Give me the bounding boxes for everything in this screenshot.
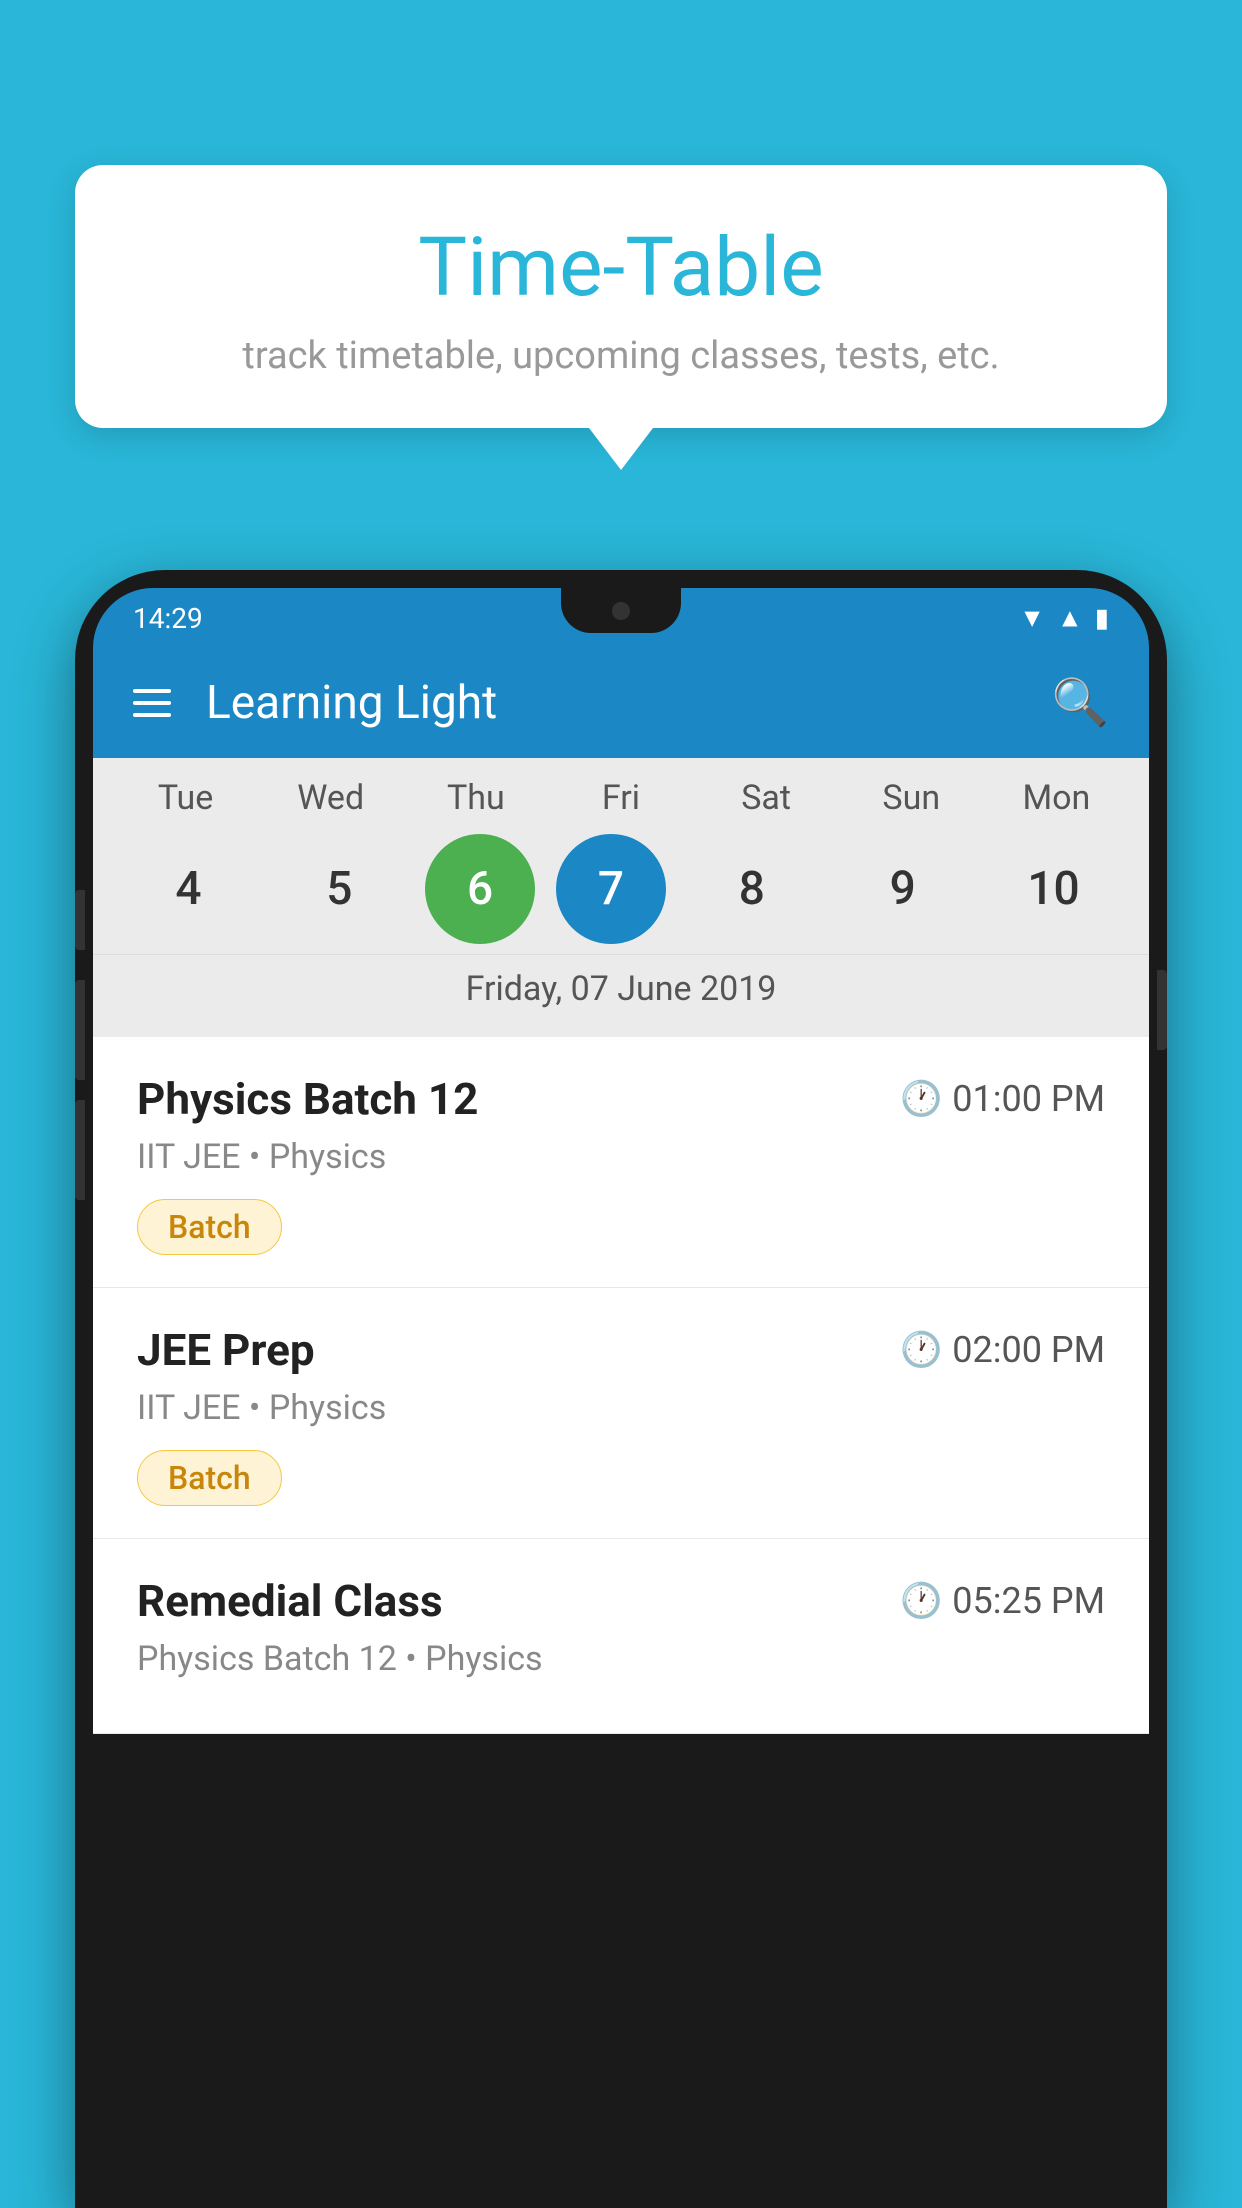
class-item-header: Remedial Class 🕐 05:25 PM [137, 1575, 1105, 1627]
status-bar: 14:29 ▼ ▲ ▮ [93, 588, 1149, 648]
day-numbers: 4 5 6 7 8 9 10 [93, 834, 1149, 944]
day-header-sun: Sun [846, 778, 976, 818]
day-header-fri: Fri [556, 778, 686, 818]
wifi-icon: ▼ [1019, 603, 1045, 634]
class-meta: Physics Batch 12 • Physics [137, 1639, 1105, 1679]
class-meta: IIT JEE • Physics [137, 1137, 1105, 1177]
clock-icon: 🕐 [900, 1581, 942, 1621]
class-name: Remedial Class [137, 1575, 443, 1627]
status-time: 14:29 [133, 602, 203, 635]
clock-icon: 🕐 [900, 1330, 942, 1370]
class-name: Physics Batch 12 [137, 1073, 478, 1125]
app-title: Learning Light [206, 676, 1052, 730]
batch-badge: Batch [137, 1450, 282, 1506]
app-bar: Learning Light 🔍 [93, 648, 1149, 758]
class-time: 🕐 02:00 PM [900, 1329, 1105, 1371]
day-5[interactable]: 5 [274, 834, 404, 944]
tooltip-title: Time-Table [135, 220, 1107, 316]
silent-button [75, 1100, 85, 1200]
day-header-sat: Sat [701, 778, 831, 818]
notch [561, 588, 681, 633]
selected-date-label: Friday, 07 June 2019 [93, 954, 1149, 1027]
clock-icon: 🕐 [900, 1079, 942, 1119]
status-icons: ▼ ▲ ▮ [1019, 603, 1109, 634]
class-time: 🕐 01:00 PM [900, 1078, 1105, 1120]
day-header-tue: Tue [121, 778, 251, 818]
day-9[interactable]: 9 [838, 834, 968, 944]
day-headers: Tue Wed Thu Fri Sat Sun Mon [93, 778, 1149, 818]
battery-icon: ▮ [1095, 603, 1109, 633]
volume-down-button [75, 980, 85, 1080]
class-list: Physics Batch 12 🕐 01:00 PM IIT JEE • Ph… [93, 1037, 1149, 1734]
phone-frame: 14:29 ▼ ▲ ▮ Learning Light 🔍 Tue Wed Thu… [75, 570, 1167, 2208]
day-4[interactable]: 4 [123, 834, 253, 944]
class-item-physics-batch-12[interactable]: Physics Batch 12 🕐 01:00 PM IIT JEE • Ph… [93, 1037, 1149, 1288]
day-10[interactable]: 10 [988, 834, 1118, 944]
class-name: JEE Prep [137, 1324, 315, 1376]
calendar-strip: Tue Wed Thu Fri Sat Sun Mon 4 5 6 7 8 9 … [93, 758, 1149, 1037]
tooltip-card: Time-Table track timetable, upcoming cla… [75, 165, 1167, 428]
day-header-mon: Mon [991, 778, 1121, 818]
hamburger-menu-button[interactable] [133, 689, 171, 717]
class-item-header: JEE Prep 🕐 02:00 PM [137, 1324, 1105, 1376]
class-item-jee-prep[interactable]: JEE Prep 🕐 02:00 PM IIT JEE • Physics Ba… [93, 1288, 1149, 1539]
power-button [1157, 970, 1167, 1050]
phone-screen: Tue Wed Thu Fri Sat Sun Mon 4 5 6 7 8 9 … [93, 758, 1149, 1734]
class-item-header: Physics Batch 12 🕐 01:00 PM [137, 1073, 1105, 1125]
day-8[interactable]: 8 [687, 834, 817, 944]
camera [612, 602, 630, 620]
search-button[interactable]: 🔍 [1052, 676, 1109, 730]
class-time: 🕐 05:25 PM [900, 1580, 1105, 1622]
tooltip-subtitle: track timetable, upcoming classes, tests… [135, 334, 1107, 378]
class-meta: IIT JEE • Physics [137, 1388, 1105, 1428]
day-7-selected[interactable]: 7 [556, 834, 666, 944]
batch-badge: Batch [137, 1199, 282, 1255]
day-6-today[interactable]: 6 [425, 834, 535, 944]
day-header-wed: Wed [266, 778, 396, 818]
volume-up-button [75, 890, 85, 950]
signal-icon: ▲ [1057, 603, 1083, 634]
class-item-remedial[interactable]: Remedial Class 🕐 05:25 PM Physics Batch … [93, 1539, 1149, 1734]
day-header-thu: Thu [411, 778, 541, 818]
